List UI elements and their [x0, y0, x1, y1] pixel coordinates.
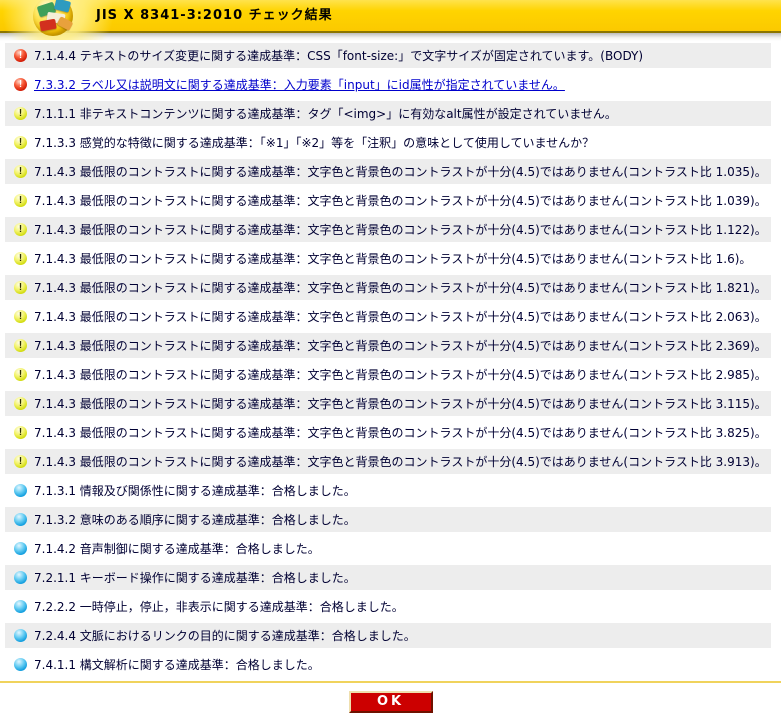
warning-ball-icon [14, 223, 27, 236]
result-text: 7.2.4.4 文脈におけるリンクの目的に関する達成基準：合格しました。 [34, 629, 416, 643]
pass-ball-icon [14, 484, 27, 497]
result-text: 7.1.4.3 最低限のコントラストに関する達成基準：文字色と背景色のコントラス… [34, 194, 767, 208]
result-row: 7.3.3.2 ラベル又は説明文に関する達成基準：入力要素「input」にid属… [5, 72, 771, 97]
warning-ball-icon [14, 136, 27, 149]
result-row: 7.2.2.2 一時停止，停止，非表示に関する達成基準：合格しました。 [5, 594, 771, 619]
result-text: 7.1.4.4 テキストのサイズ変更に関する達成基準：CSS「font-size… [34, 49, 644, 63]
result-text: 7.1.4.3 最低限のコントラストに関する達成基準：文字色と背景色のコントラス… [34, 223, 767, 237]
pass-ball-icon [14, 513, 27, 526]
jis-check-result-window: JIS X 8341-3:2010 チェック結果 7.1.4.4 テキストのサイ… [0, 0, 781, 721]
result-row: 7.1.3.3 感覚的な特徴に関する達成基準：「※1」「※2」等を「注釈」の意味… [5, 130, 771, 155]
result-text: 7.4.1.1 構文解析に関する達成基準：合格しました。 [34, 658, 320, 672]
result-text: 7.1.3.2 意味のある順序に関する達成基準：合格しました。 [34, 513, 356, 527]
footer: OK [0, 683, 781, 713]
result-row: 7.1.4.3 最低限のコントラストに関する達成基準：文字色と背景色のコントラス… [5, 391, 771, 416]
result-text: 7.2.2.2 一時停止，停止，非表示に関する達成基準：合格しました。 [34, 600, 404, 614]
warning-ball-icon [14, 426, 27, 439]
warning-ball-icon [14, 107, 27, 120]
warning-ball-icon [14, 339, 27, 352]
result-row: 7.1.4.3 最低限のコントラストに関する達成基準：文字色と背景色のコントラス… [5, 275, 771, 300]
result-text-link[interactable]: 7.3.3.2 ラベル又は説明文に関する達成基準：入力要素「input」にid属… [34, 76, 565, 93]
ok-button[interactable]: OK [348, 690, 433, 713]
result-row: 7.1.4.3 最低限のコントラストに関する達成基準：文字色と背景色のコントラス… [5, 362, 771, 387]
result-text: 7.1.3.1 情報及び関係性に関する達成基準：合格しました。 [34, 484, 356, 498]
warning-ball-icon [14, 397, 27, 410]
result-text: 7.1.3.3 感覚的な特徴に関する達成基準：「※1」「※2」等を「注釈」の意味… [34, 136, 595, 150]
result-text: 7.2.1.1 キーボード操作に関する達成基準：合格しました。 [34, 571, 356, 585]
result-row: 7.1.4.3 最低限のコントラストに関する達成基準：文字色と背景色のコントラス… [5, 188, 771, 213]
result-row: 7.1.3.1 情報及び関係性に関する達成基準：合格しました。 [5, 478, 771, 503]
result-row: 7.1.3.2 意味のある順序に関する達成基準：合格しました。 [5, 507, 771, 532]
pass-ball-icon [14, 658, 27, 671]
result-row: 7.4.1.1 構文解析に関する達成基準：合格しました。 [5, 652, 771, 677]
result-row: 7.1.4.3 最低限のコントラストに関する達成基準：文字色と背景色のコントラス… [5, 159, 771, 184]
result-row: 7.1.4.2 音声制御に関する達成基準：合格しました。 [5, 536, 771, 561]
warning-ball-icon [14, 281, 27, 294]
result-row: 7.1.4.3 最低限のコントラストに関する達成基準：文字色と背景色のコントラス… [5, 420, 771, 445]
page-title: JIS X 8341-3:2010 チェック結果 [96, 8, 333, 23]
header-shadow [0, 33, 781, 41]
result-text: 7.1.4.3 最低限のコントラストに関する達成基準：文字色と背景色のコントラス… [34, 397, 767, 411]
result-text: 7.1.4.3 最低限のコントラストに関する達成基準：文字色と背景色のコントラス… [34, 252, 752, 266]
result-text: 7.1.4.2 音声制御に関する達成基準：合格しました。 [34, 542, 320, 556]
result-row: 7.1.4.3 最低限のコントラストに関する達成基準：文字色と背景色のコントラス… [5, 304, 771, 329]
warning-ball-icon [14, 194, 27, 207]
warning-ball-icon [14, 165, 27, 178]
result-row: 7.1.4.3 最低限のコントラストに関する達成基準：文字色と背景色のコントラス… [5, 449, 771, 474]
error-ball-icon [14, 78, 27, 91]
result-row: 7.1.4.4 テキストのサイズ変更に関する達成基準：CSS「font-size… [5, 43, 771, 68]
pass-ball-icon [14, 600, 27, 613]
result-text: 7.1.4.3 最低限のコントラストに関する達成基準：文字色と背景色のコントラス… [34, 339, 767, 353]
header-bar: JIS X 8341-3:2010 チェック結果 [0, 0, 781, 40]
result-text: 7.1.4.3 最低限のコントラストに関する達成基準：文字色と背景色のコントラス… [34, 368, 767, 382]
warning-ball-icon [14, 310, 27, 323]
result-text: 7.1.4.3 最低限のコントラストに関する達成基準：文字色と背景色のコントラス… [34, 281, 767, 295]
pass-ball-icon [14, 629, 27, 642]
result-row: 7.1.4.3 最低限のコントラストに関する達成基準：文字色と背景色のコントラス… [5, 246, 771, 271]
result-row: 7.2.1.1 キーボード操作に関する達成基準：合格しました。 [5, 565, 771, 590]
checker-app-logo-icon [0, 0, 96, 36]
result-row: 7.1.1.1 非テキストコンテンツに関する達成基準：タグ「<img>」に有効な… [5, 101, 771, 126]
pass-ball-icon [14, 571, 27, 584]
result-row: 7.1.4.3 最低限のコントラストに関する達成基準：文字色と背景色のコントラス… [5, 333, 771, 358]
pass-ball-icon [14, 542, 27, 555]
result-row: 7.1.4.3 最低限のコントラストに関する達成基準：文字色と背景色のコントラス… [5, 217, 771, 242]
result-text: 7.1.4.3 最低限のコントラストに関する達成基準：文字色と背景色のコントラス… [34, 310, 767, 324]
result-text: 7.1.4.3 最低限のコントラストに関する達成基準：文字色と背景色のコントラス… [34, 165, 767, 179]
result-text: 7.1.4.3 最低限のコントラストに関する達成基準：文字色と背景色のコントラス… [34, 426, 767, 440]
error-ball-icon [14, 49, 27, 62]
check-results-list: 7.1.4.4 テキストのサイズ変更に関する達成基準：CSS「font-size… [0, 43, 781, 677]
warning-ball-icon [14, 455, 27, 468]
warning-ball-icon [14, 252, 27, 265]
result-text: 7.1.4.3 最低限のコントラストに関する達成基準：文字色と背景色のコントラス… [34, 455, 767, 469]
warning-ball-icon [14, 368, 27, 381]
result-row: 7.2.4.4 文脈におけるリンクの目的に関する達成基準：合格しました。 [5, 623, 771, 648]
result-text: 7.1.1.1 非テキストコンテンツに関する達成基準：タグ「<img>」に有効な… [34, 107, 617, 121]
